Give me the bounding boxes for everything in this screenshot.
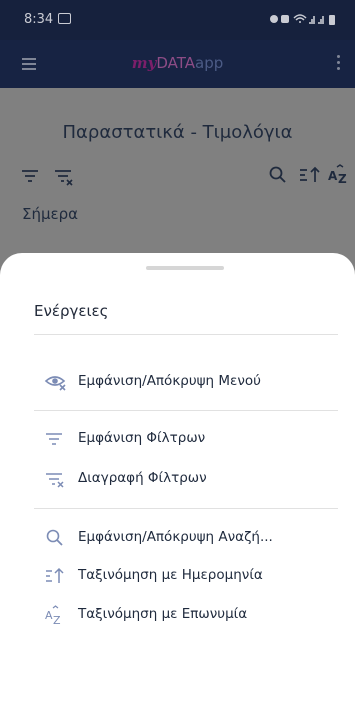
- menu-item-clear-filters[interactable]: Διαγραφή Φίλτρων: [44, 467, 344, 491]
- divider: [34, 508, 338, 509]
- svg-text:Z: Z: [53, 614, 61, 625]
- status-time: 8:34: [24, 12, 54, 27]
- sort-date-icon[interactable]: [298, 165, 322, 185]
- sort-date-icon: [46, 567, 64, 583]
- menu-item-sort-by-name[interactable]: A Z Ταξινόμηση με Επωνυμία: [44, 603, 344, 627]
- filter-clear-icon[interactable]: [53, 168, 77, 186]
- menu-item-label: Ταξινόμηση με Επωνυμία: [78, 606, 248, 622]
- filter-icon: [46, 433, 62, 445]
- eye-hide-icon: [44, 376, 66, 391]
- svg-text:Z: Z: [338, 172, 347, 186]
- app-bar: myDATAapp: [0, 40, 355, 88]
- sort-az-icon[interactable]: A Z: [327, 164, 351, 186]
- page-title: Παραστατικά - Τιμολόγια: [62, 122, 293, 143]
- search-icon: [46, 529, 63, 546]
- menu-item-show-filters[interactable]: Εμφάνιση Φίλτρων: [44, 427, 344, 451]
- menu-item-toggle-menu[interactable]: Εμφάνιση/Απόκρυψη Μενού: [44, 370, 344, 394]
- divider: [34, 334, 338, 335]
- menu-item-toggle-search[interactable]: Εμφάνιση/Απόκρυψη Αναζή...: [44, 526, 344, 550]
- divider: [34, 410, 338, 411]
- menu-item-label: Εμφάνιση Φίλτρων: [78, 430, 206, 446]
- app-logo: myDATAapp: [131, 54, 224, 72]
- search-icon[interactable]: [268, 165, 288, 185]
- svg-text:A: A: [45, 609, 53, 622]
- filter-icon[interactable]: [20, 168, 40, 184]
- sort-az-icon: A Z: [45, 605, 61, 625]
- date-group-label: Σήμερα: [22, 205, 79, 223]
- menu-item-label: Εμφάνιση/Απόκρυψη Αναζή...: [78, 529, 273, 545]
- gallery-notification-icon: [58, 13, 71, 24]
- signal-battery-icons: [270, 14, 335, 25]
- status-icons: [269, 12, 339, 26]
- more-options-icon[interactable]: [337, 55, 341, 73]
- actions-bottom-sheet: Ενέργειες Εμφάνιση/Απόκρυψη Μενού Εμφάνι…: [0, 253, 355, 725]
- menu-item-sort-by-date[interactable]: Ταξινόμηση με Ημερομηνία: [44, 564, 344, 588]
- status-bar: 8:34: [0, 0, 355, 40]
- menu-item-label: Εμφάνιση/Απόκρυψη Μενού: [78, 373, 261, 389]
- menu-item-label: Διαγραφή Φίλτρων: [78, 470, 207, 486]
- sheet-title: Ενέργειες: [34, 302, 109, 320]
- drag-handle[interactable]: [146, 266, 224, 270]
- menu-item-label: Ταξινόμηση με Ημερομηνία: [78, 567, 263, 583]
- svg-text:A: A: [328, 169, 338, 183]
- filter-clear-icon: [46, 473, 64, 488]
